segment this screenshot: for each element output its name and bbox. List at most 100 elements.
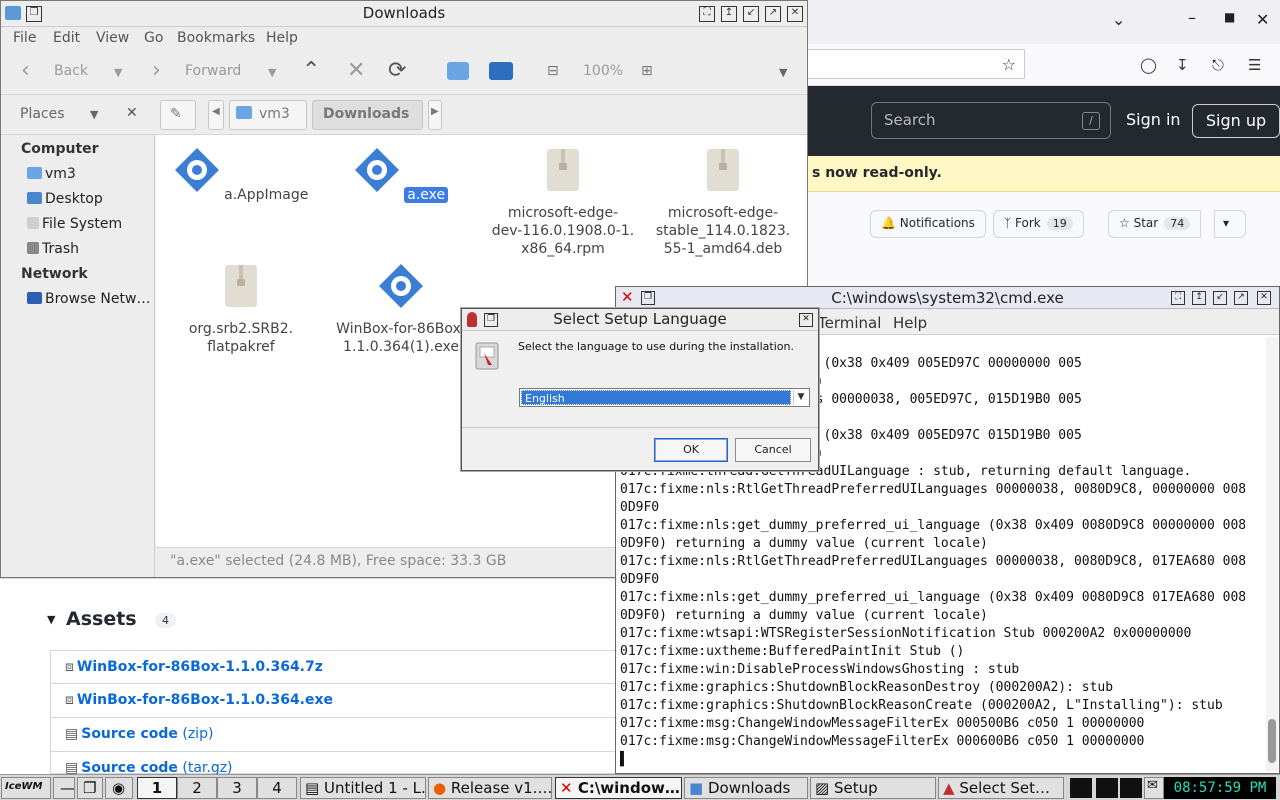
sidebar-item-filesystem[interactable]: File System	[27, 216, 122, 232]
github-search-input[interactable]: Search /	[871, 102, 1111, 139]
maximize-icon[interactable]: ■	[1224, 10, 1235, 24]
file-item[interactable]: microsoft-edge- dev-116.0.1908.0-1. x86_…	[488, 147, 638, 258]
edit-location-icon[interactable]: ✎	[160, 100, 196, 130]
asset-link[interactable]: Source code	[81, 726, 178, 742]
menu-go[interactable]: Go	[144, 30, 163, 46]
menu-bookmarks[interactable]: Bookmarks	[177, 30, 255, 46]
dialog-titlebar[interactable]: ❐ Select Setup Language ✕	[462, 309, 818, 331]
back-button[interactable]: Back	[54, 63, 88, 79]
task-button-libreoffice[interactable]: ▤ Untitled 1 - L…	[300, 777, 426, 799]
close-icon[interactable]: ✕	[787, 6, 803, 22]
rollup-icon[interactable]: ↥	[721, 6, 737, 22]
close-icon[interactable]: ✕	[1257, 291, 1271, 305]
bookmark-star-icon[interactable]: ☆	[1002, 55, 1016, 74]
reload-icon[interactable]: ⟳	[388, 58, 406, 83]
back-arrow-icon[interactable]: ‹	[21, 58, 30, 83]
fullscreen-icon[interactable]: ⛶	[1171, 291, 1185, 305]
forward-arrow-icon[interactable]: ›	[152, 58, 161, 83]
up-icon[interactable]: ⌃	[302, 58, 320, 83]
zoom-out-icon[interactable]: ⊟	[547, 63, 559, 79]
star-dropdown-button[interactable]: ▾	[1214, 210, 1246, 238]
forward-history-icon[interactable]: ▼	[268, 66, 276, 79]
asset-row[interactable]: ▤ Source code (tar.gz)	[50, 752, 616, 776]
task-button-downloads[interactable]: ■ Downloads	[684, 777, 808, 799]
scrollbar[interactable]	[1266, 337, 1278, 771]
fork-button[interactable]: ᛉ Fork 19	[993, 210, 1084, 238]
maximize-icon[interactable]: ↗	[1234, 291, 1248, 305]
show-desktop-icon[interactable]: —	[53, 777, 75, 799]
asset-link[interactable]: WinBox-for-86Box-1.1.0.364.7z	[77, 659, 323, 675]
ok-button[interactable]: OK	[654, 438, 728, 462]
minimize-icon[interactable]: ↙	[1213, 291, 1227, 305]
sidebar-item-desktop[interactable]: Desktop	[27, 191, 103, 207]
task-button-firefox[interactable]: ● Release v1.…	[428, 777, 552, 799]
caret-down-icon[interactable]: ▼	[47, 613, 55, 626]
minimize-icon[interactable]: –	[1188, 8, 1196, 27]
sidebar-item-vm3[interactable]: vm3	[27, 166, 76, 182]
places-dropdown-icon[interactable]: ▼	[90, 108, 98, 121]
file-item[interactable]: org.srb2.SRB2. flatpakref	[166, 263, 316, 356]
asset-row[interactable]: ▤ Source code (zip)	[50, 718, 616, 752]
maximize-icon[interactable]: ↗	[765, 6, 781, 22]
file-item-selected[interactable]: a.exe	[326, 147, 476, 204]
forward-button[interactable]: Forward	[185, 63, 241, 79]
window-titlebar[interactable]: ✕ ❐ C:\windows\system32\cmd.exe ⛶ ↥ ↙ ↗ …	[616, 287, 1279, 309]
fullscreen-icon[interactable]: ⛶	[699, 6, 715, 22]
browser-launcher-icon[interactable]: ◉	[105, 777, 133, 799]
toolbar-overflow-icon[interactable]: ▼	[779, 66, 787, 79]
menu-icon[interactable]: ☰	[1248, 56, 1261, 74]
minimize-icon[interactable]: ↙	[743, 6, 759, 22]
mail-icon[interactable]: ✉	[1144, 777, 1164, 799]
computer-icon[interactable]	[489, 62, 513, 80]
sign-in-link[interactable]: Sign in	[1126, 110, 1181, 129]
task-button-setup[interactable]: ▨ Setup	[810, 777, 936, 799]
desktop-1-button[interactable]: 1	[137, 777, 177, 799]
notifications-button[interactable]: 🔔 Notifications	[870, 210, 986, 238]
window-list-icon[interactable]: ❐	[77, 777, 103, 799]
menu-edit[interactable]: Edit	[53, 30, 80, 46]
desktop-4-button[interactable]: 4	[257, 777, 297, 799]
back-history-icon[interactable]: ▼	[114, 66, 122, 79]
close-sidebar-icon[interactable]: ✕	[126, 105, 138, 121]
path-right-icon[interactable]: ▶	[428, 100, 442, 130]
menu-view[interactable]: View	[96, 30, 129, 46]
file-item[interactable]: a.AppImage	[166, 147, 316, 204]
path-segment-downloads[interactable]: Downloads	[312, 100, 423, 130]
file-item[interactable]: microsoft-edge- stable_114.0.1823. 55-1_…	[648, 147, 798, 258]
scrollbar-thumb[interactable]	[1268, 719, 1276, 763]
desktop-2-button[interactable]: 2	[177, 777, 217, 799]
sidebar-item-browse-network[interactable]: Browse Netw…	[27, 291, 150, 307]
window-titlebar[interactable]: ❐ Downloads ⛶ ↥ ↙ ↗ ✕	[1, 1, 807, 27]
asset-row[interactable]: ⧈ WinBox-for-86Box-1.1.0.364.7z	[50, 650, 616, 684]
extensions-icon[interactable]: ⎋	[1212, 56, 1224, 74]
stop-icon[interactable]: ✕	[347, 58, 365, 83]
pocket-icon[interactable]: ◯	[1140, 56, 1157, 74]
menu-help[interactable]: Help	[893, 314, 927, 332]
close-icon[interactable]: ✕	[1256, 10, 1269, 29]
task-button-select-setup[interactable]: ▲ Select Set…	[938, 777, 1064, 799]
rollup-icon[interactable]: ↥	[1192, 291, 1206, 305]
task-button-cmd[interactable]: ✕ C:\window…	[555, 777, 682, 799]
menu-file[interactable]: File	[13, 30, 36, 46]
star-button[interactable]: ☆ Star 74	[1108, 210, 1202, 238]
close-icon[interactable]: ✕	[799, 313, 813, 327]
asset-row[interactable]: ⧈ WinBox-for-86Box-1.1.0.364.exe	[50, 684, 616, 718]
language-select[interactable]: English ▼	[519, 388, 810, 407]
desktop-3-button[interactable]: 3	[217, 777, 257, 799]
download-icon[interactable]: ↧	[1176, 56, 1189, 74]
sidebar-item-trash[interactable]: Trash	[27, 241, 79, 257]
zoom-in-icon[interactable]: ⊞	[641, 63, 653, 79]
file-item[interactable]: WinBox-for-86Box- 1.1.0.364(1).exe	[326, 263, 476, 356]
tab-list-chevron-icon[interactable]: ⌄	[1112, 10, 1125, 29]
path-segment-vm3[interactable]: vm3	[229, 100, 307, 130]
start-menu-button[interactable]: IceWM	[1, 777, 51, 799]
home-folder-icon[interactable]	[447, 62, 469, 80]
chevron-down-icon[interactable]: ▼	[793, 390, 808, 405]
cancel-button[interactable]: Cancel	[735, 438, 811, 462]
menu-help[interactable]: Help	[266, 30, 298, 46]
path-left-icon[interactable]: ◀	[208, 100, 224, 130]
url-bar[interactable]: ☆	[808, 49, 1025, 79]
asset-link[interactable]: WinBox-for-86Box-1.1.0.364.exe	[77, 692, 333, 708]
menu-terminal[interactable]: Terminal	[818, 314, 881, 332]
sign-up-button[interactable]: Sign up	[1192, 104, 1280, 138]
